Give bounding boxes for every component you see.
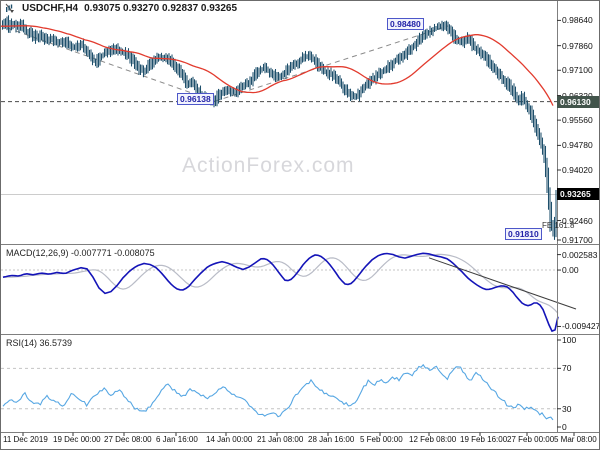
time-label: 27 Dec 08:00 (104, 435, 152, 444)
current-price-axis-box: 0.93265 (557, 188, 599, 201)
time-label: 12 Feb 08:00 (409, 435, 457, 444)
fib-extension-text: FE 161.8 (542, 221, 575, 230)
fib-level-label[interactable]: 0.91810 (505, 228, 542, 240)
time-label: 19 Feb 16:00 (460, 435, 508, 444)
rsi-indicator-label: RSI(14) 36.5739 (6, 338, 72, 348)
time-axis[interactable]: 11 Dec 2019 19 Dec 00:00 27 Dec 08:00 6 Jan… (1, 434, 599, 449)
price-axis[interactable]: 0.986400.978600.971000.963200.955600.947… (557, 1, 600, 432)
time-label: 28 Jan 16:00 (308, 435, 355, 444)
time-label: 14 Jan 00:00 (206, 435, 253, 444)
price-tick-label: 0.00 (562, 265, 579, 276)
price-tick-label: 0.91700 (562, 235, 593, 245)
price-tick-label: 0.94780 (562, 140, 593, 151)
title-bar: USDCHF,H4 0.93075 0.93270 0.92837 0.9326… (5, 3, 237, 14)
rsi-label: RSI(14) (6, 338, 38, 348)
chart-icon (5, 3, 16, 14)
price-tick-label: 0.94020 (562, 165, 593, 175)
time-label: 5 Feb 00:00 (360, 435, 403, 444)
price-tick-label: 0.97100 (562, 65, 593, 76)
time-label: 27 Feb 00:00 (507, 435, 555, 444)
mt4-chart-window: ActionForex.com USDCHF,H4 0.93075 0.9327… (0, 0, 600, 450)
price-tick-label: 0.97860 (562, 40, 593, 51)
time-label: 11 Dec 2019 (3, 435, 48, 444)
time-label: 6 Jan 16:00 (156, 435, 198, 444)
price-tick-label: -0.009427 (562, 321, 600, 332)
ohlc-values: 0.93075 0.93270 0.92837 0.93265 (84, 3, 238, 14)
price-tick-label: 0 (562, 422, 567, 432)
macd-label: MACD(12,26,9) (6, 248, 69, 258)
price-tick-label: 0.002583 (562, 249, 598, 260)
rsi-value: 36.5739 (39, 338, 73, 348)
price-tick-label: 0.95560 (562, 115, 593, 126)
time-label: 19 Dec 00:00 (53, 435, 101, 444)
symbol-timeframe: USDCHF,H4 (22, 3, 79, 14)
chart-canvas[interactable] (1, 1, 600, 450)
annotation-high-label[interactable]: 0.98480 (387, 18, 424, 30)
price-tick-label: 70 (562, 363, 572, 374)
price-tick-label: 100 (562, 335, 577, 345)
macd-values: -0.007771 -0.008075 (71, 248, 155, 258)
macd-indicator-label: MACD(12,26,9) -0.007771 -0.008075 (6, 248, 155, 258)
time-label: 21 Jan 08:00 (257, 435, 304, 444)
support-level-axis-box: 0.96130 (557, 95, 599, 108)
time-label: 5 Mar 08:00 (554, 435, 597, 444)
price-tick-label: 30 (562, 403, 572, 414)
price-tick-label: 0.98640 (562, 15, 593, 26)
annotation-low-label[interactable]: 0.96138 (177, 93, 214, 105)
